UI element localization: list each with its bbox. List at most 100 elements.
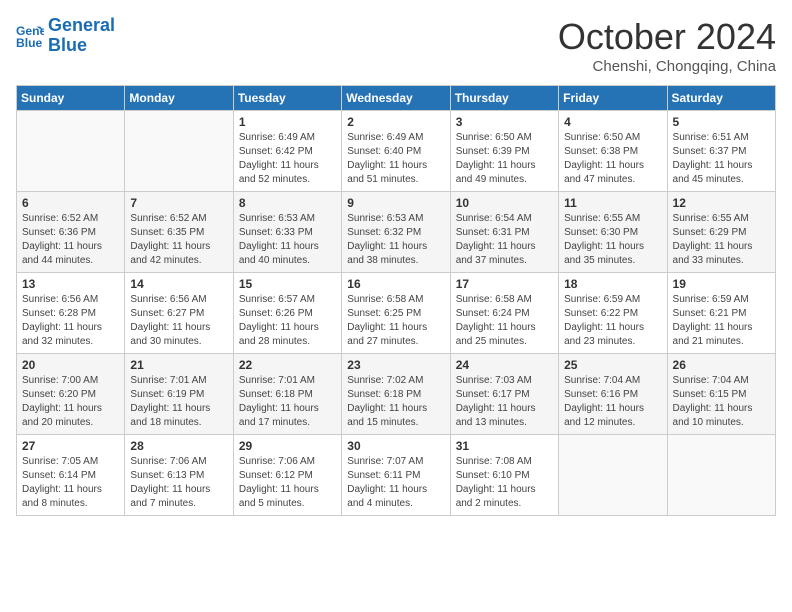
day-number: 31 bbox=[456, 439, 553, 453]
day-info: Sunrise: 6:57 AM Sunset: 6:26 PM Dayligh… bbox=[239, 293, 336, 349]
day-info: Sunrise: 7:00 AM Sunset: 6:20 PM Dayligh… bbox=[22, 374, 119, 430]
calendar-cell: 23 Sunrise: 7:02 AM Sunset: 6:18 PM Dayli… bbox=[342, 354, 450, 435]
day-number: 7 bbox=[130, 196, 227, 210]
calendar-cell bbox=[17, 111, 125, 192]
day-number: 20 bbox=[22, 358, 119, 372]
calendar-cell: 4 Sunrise: 6:50 AM Sunset: 6:38 PM Daylig… bbox=[559, 111, 667, 192]
day-number: 13 bbox=[22, 277, 119, 291]
day-info: Sunrise: 6:53 AM Sunset: 6:32 PM Dayligh… bbox=[347, 212, 444, 268]
calendar-cell: 27Sunrise: 7:05 AM Sunset: 6:14 PM Dayli… bbox=[17, 435, 125, 516]
calendar-cell: 8 Sunrise: 6:53 AM Sunset: 6:33 PM Daylig… bbox=[233, 192, 341, 273]
day-info: Sunrise: 6:59 AM Sunset: 6:22 PM Dayligh… bbox=[564, 293, 661, 349]
day-info: Sunrise: 7:01 AM Sunset: 6:18 PM Dayligh… bbox=[239, 374, 336, 430]
day-info: Sunrise: 6:56 AM Sunset: 6:28 PM Dayligh… bbox=[22, 293, 119, 349]
col-header-saturday: Saturday bbox=[667, 86, 775, 111]
day-number: 12 bbox=[673, 196, 770, 210]
day-number: 25 bbox=[564, 358, 661, 372]
calendar-cell: 19 Sunrise: 6:59 AM Sunset: 6:21 PM Dayli… bbox=[667, 273, 775, 354]
calendar-cell: 20 Sunrise: 7:00 AM Sunset: 6:20 PM Dayli… bbox=[17, 354, 125, 435]
day-number: 6 bbox=[22, 196, 119, 210]
calendar-cell: 1 Sunrise: 6:49 AM Sunset: 6:42 PM Daylig… bbox=[233, 111, 341, 192]
calendar-cell bbox=[559, 435, 667, 516]
calendar-cell: 26 Sunrise: 7:04 AM Sunset: 6:15 PM Dayli… bbox=[667, 354, 775, 435]
day-info: Sunrise: 6:59 AM Sunset: 6:21 PM Dayligh… bbox=[673, 293, 770, 349]
calendar-cell: 25 Sunrise: 7:04 AM Sunset: 6:16 PM Dayli… bbox=[559, 354, 667, 435]
day-info: Sunrise: 6:53 AM Sunset: 6:33 PM Dayligh… bbox=[239, 212, 336, 268]
calendar-cell: 10 Sunrise: 6:54 AM Sunset: 6:31 PM Dayli… bbox=[450, 192, 558, 273]
logo: General Blue General Blue bbox=[16, 16, 115, 56]
day-number: 19 bbox=[673, 277, 770, 291]
day-number: 11 bbox=[564, 196, 661, 210]
day-info: Sunrise: 7:02 AM Sunset: 6:18 PM Dayligh… bbox=[347, 374, 444, 430]
calendar-cell: 15 Sunrise: 6:57 AM Sunset: 6:26 PM Dayli… bbox=[233, 273, 341, 354]
calendar-cell: 6 Sunrise: 6:52 AM Sunset: 6:36 PM Daylig… bbox=[17, 192, 125, 273]
calendar-cell: 21 Sunrise: 7:01 AM Sunset: 6:19 PM Dayli… bbox=[125, 354, 233, 435]
day-info: Sunrise: 6:51 AM Sunset: 6:37 PM Dayligh… bbox=[673, 131, 770, 187]
title-block: October 2024 Chenshi, Chongqing, China bbox=[558, 16, 776, 75]
calendar-cell: 31 Sunrise: 7:08 AM Sunset: 6:10 PM Dayli… bbox=[450, 435, 558, 516]
day-info: Sunrise: 6:50 AM Sunset: 6:39 PM Dayligh… bbox=[456, 131, 553, 187]
calendar-cell: 16Sunrise: 6:58 AM Sunset: 6:25 PM Dayli… bbox=[342, 273, 450, 354]
calendar-cell bbox=[125, 111, 233, 192]
month-title: October 2024 bbox=[558, 16, 776, 58]
day-number: 21 bbox=[130, 358, 227, 372]
day-number: 1 bbox=[239, 115, 336, 129]
day-info: Sunrise: 6:55 AM Sunset: 6:29 PM Dayligh… bbox=[673, 212, 770, 268]
day-number: 2 bbox=[347, 115, 444, 129]
day-info: Sunrise: 6:56 AM Sunset: 6:27 PM Dayligh… bbox=[130, 293, 227, 349]
calendar-cell: 18 Sunrise: 6:59 AM Sunset: 6:22 PM Dayli… bbox=[559, 273, 667, 354]
logo-text: General Blue bbox=[48, 16, 115, 56]
svg-text:Blue: Blue bbox=[16, 36, 43, 50]
calendar-cell: 2 Sunrise: 6:49 AM Sunset: 6:40 PM Daylig… bbox=[342, 111, 450, 192]
day-info: Sunrise: 6:52 AM Sunset: 6:36 PM Dayligh… bbox=[22, 212, 119, 268]
day-number: 8 bbox=[239, 196, 336, 210]
day-number: 10 bbox=[456, 196, 553, 210]
day-info: Sunrise: 6:54 AM Sunset: 6:31 PM Dayligh… bbox=[456, 212, 553, 268]
calendar-cell: 17 Sunrise: 6:58 AM Sunset: 6:24 PM Dayli… bbox=[450, 273, 558, 354]
day-info: Sunrise: 6:50 AM Sunset: 6:38 PM Dayligh… bbox=[564, 131, 661, 187]
calendar-cell: 22 Sunrise: 7:01 AM Sunset: 6:18 PM Dayli… bbox=[233, 354, 341, 435]
col-header-thursday: Thursday bbox=[450, 86, 558, 111]
page-header: General Blue General Blue October 2024 C… bbox=[16, 16, 776, 75]
day-number: 15 bbox=[239, 277, 336, 291]
day-number: 17 bbox=[456, 277, 553, 291]
day-number: 9 bbox=[347, 196, 444, 210]
calendar-cell bbox=[667, 435, 775, 516]
col-header-sunday: Sunday bbox=[17, 86, 125, 111]
day-info: Sunrise: 6:58 AM Sunset: 6:24 PM Dayligh… bbox=[456, 293, 553, 349]
day-number: 5 bbox=[673, 115, 770, 129]
day-info: Sunrise: 7:04 AM Sunset: 6:16 PM Dayligh… bbox=[564, 374, 661, 430]
day-number: 22 bbox=[239, 358, 336, 372]
col-header-wednesday: Wednesday bbox=[342, 86, 450, 111]
col-header-tuesday: Tuesday bbox=[233, 86, 341, 111]
day-info: Sunrise: 7:07 AM Sunset: 6:11 PM Dayligh… bbox=[347, 455, 444, 511]
calendar-cell: 9 Sunrise: 6:53 AM Sunset: 6:32 PM Daylig… bbox=[342, 192, 450, 273]
day-number: 27 bbox=[22, 439, 119, 453]
logo-icon: General Blue bbox=[16, 22, 44, 50]
day-number: 30 bbox=[347, 439, 444, 453]
calendar-cell: 7 Sunrise: 6:52 AM Sunset: 6:35 PM Daylig… bbox=[125, 192, 233, 273]
day-info: Sunrise: 7:06 AM Sunset: 6:12 PM Dayligh… bbox=[239, 455, 336, 511]
col-header-friday: Friday bbox=[559, 86, 667, 111]
day-info: Sunrise: 6:58 AM Sunset: 6:25 PM Dayligh… bbox=[347, 293, 444, 349]
day-info: Sunrise: 6:49 AM Sunset: 6:42 PM Dayligh… bbox=[239, 131, 336, 187]
day-info: Sunrise: 6:55 AM Sunset: 6:30 PM Dayligh… bbox=[564, 212, 661, 268]
calendar-cell: 11 Sunrise: 6:55 AM Sunset: 6:30 PM Dayli… bbox=[559, 192, 667, 273]
day-info: Sunrise: 7:04 AM Sunset: 6:15 PM Dayligh… bbox=[673, 374, 770, 430]
calendar-cell: 12 Sunrise: 6:55 AM Sunset: 6:29 PM Dayli… bbox=[667, 192, 775, 273]
day-number: 23 bbox=[347, 358, 444, 372]
calendar-cell: 13 Sunrise: 6:56 AM Sunset: 6:28 PM Dayli… bbox=[17, 273, 125, 354]
day-info: Sunrise: 6:52 AM Sunset: 6:35 PM Dayligh… bbox=[130, 212, 227, 268]
day-number: 26 bbox=[673, 358, 770, 372]
calendar-cell: 24Sunrise: 7:03 AM Sunset: 6:17 PM Dayli… bbox=[450, 354, 558, 435]
day-info: Sunrise: 7:01 AM Sunset: 6:19 PM Dayligh… bbox=[130, 374, 227, 430]
day-number: 18 bbox=[564, 277, 661, 291]
day-number: 14 bbox=[130, 277, 227, 291]
calendar-cell: 30 Sunrise: 7:07 AM Sunset: 6:11 PM Dayli… bbox=[342, 435, 450, 516]
day-info: Sunrise: 7:03 AM Sunset: 6:17 PM Dayligh… bbox=[456, 374, 553, 430]
day-number: 4 bbox=[564, 115, 661, 129]
calendar-table: SundayMondayTuesdayWednesdayThursdayFrid… bbox=[16, 85, 776, 516]
day-info: Sunrise: 7:06 AM Sunset: 6:13 PM Dayligh… bbox=[130, 455, 227, 511]
day-info: Sunrise: 6:49 AM Sunset: 6:40 PM Dayligh… bbox=[347, 131, 444, 187]
day-info: Sunrise: 7:08 AM Sunset: 6:10 PM Dayligh… bbox=[456, 455, 553, 511]
